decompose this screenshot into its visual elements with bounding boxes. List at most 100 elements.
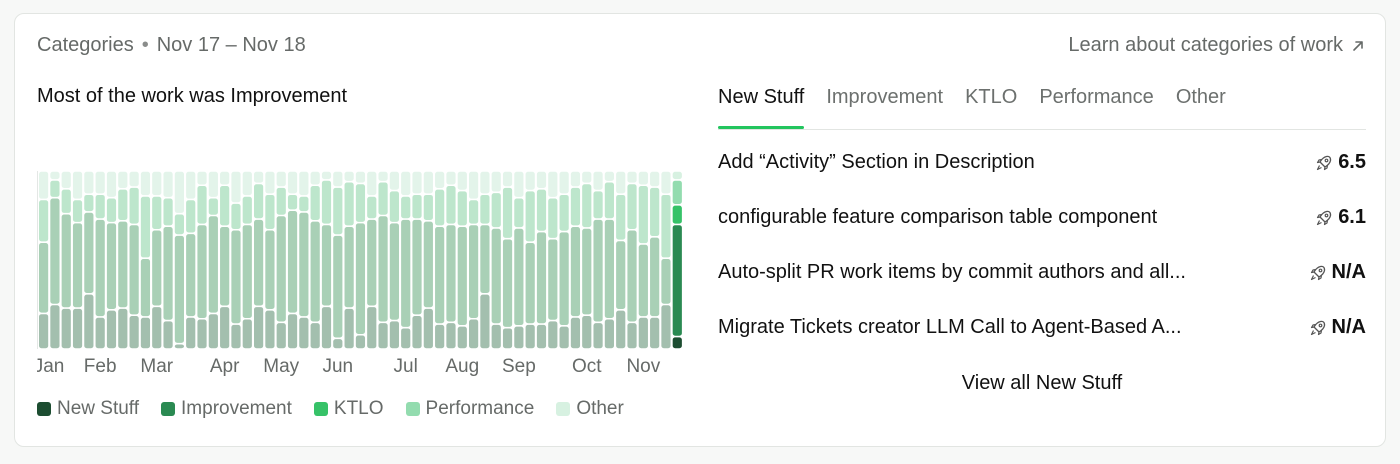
bar-segment-improvement[interactable] — [412, 219, 422, 315]
bar-segment-improvement[interactable] — [50, 198, 60, 304]
bar-segment-performance[interactable] — [627, 184, 637, 229]
bar-segment-improvement[interactable] — [423, 221, 433, 308]
bar-segment-new-stuff[interactable] — [276, 323, 286, 349]
bar-segment-improvement[interactable] — [491, 228, 501, 324]
bar-segment-new-stuff[interactable] — [355, 335, 366, 349]
bar-segment-new-stuff[interactable] — [604, 319, 614, 349]
bar-segment-new-stuff[interactable] — [106, 310, 117, 349]
bar-segment-other[interactable] — [570, 171, 581, 187]
bar-segment-new-stuff[interactable] — [163, 321, 173, 349]
bar-segment-other[interactable] — [469, 171, 479, 199]
bar-segment-performance[interactable] — [604, 182, 614, 219]
bar-segment-improvement[interactable] — [616, 241, 626, 310]
bar-segment-new-stuff[interactable] — [525, 324, 535, 349]
bar-segment-other[interactable] — [333, 171, 343, 187]
bar-segment-new-stuff[interactable] — [389, 321, 399, 349]
bar-segment-other[interactable] — [661, 171, 671, 194]
bar-segment-improvement[interactable] — [661, 259, 671, 304]
bar-segment-improvement[interactable] — [672, 225, 682, 336]
bar-segment-new-stuff[interactable] — [514, 326, 524, 349]
bar-segment-new-stuff[interactable] — [208, 314, 218, 349]
bar-segment-other[interactable] — [457, 171, 467, 190]
bar-segment-other[interactable] — [672, 171, 682, 180]
bar-segment-improvement[interactable] — [480, 225, 490, 294]
bar-segment-performance[interactable] — [525, 191, 535, 242]
bar-segment-performance[interactable] — [208, 198, 218, 215]
bar-segment-new-stuff[interactable] — [129, 315, 139, 349]
bar-segment-new-stuff[interactable] — [174, 344, 184, 349]
bar-segment-improvement[interactable] — [525, 243, 535, 324]
bar-segment-improvement[interactable] — [208, 216, 218, 313]
bar-segment-new-stuff[interactable] — [423, 308, 433, 349]
bar-segment-performance[interactable] — [72, 200, 83, 222]
bar-segment-improvement[interactable] — [469, 225, 479, 318]
bar-segment-new-stuff[interactable] — [559, 326, 569, 349]
bar-segment-other[interactable] — [152, 171, 162, 196]
bar-segment-improvement[interactable] — [582, 228, 592, 315]
bar-segment-other[interactable] — [502, 171, 513, 187]
bar-segment-other[interactable] — [514, 171, 524, 197]
bar-segment-performance[interactable] — [435, 189, 445, 226]
bar-segment-new-stuff[interactable] — [378, 323, 388, 349]
bar-segment-other[interactable] — [39, 171, 49, 199]
bar-segment-performance[interactable] — [299, 196, 309, 212]
bar-segment-performance[interactable] — [152, 196, 162, 229]
bar-segment-other[interactable] — [106, 171, 117, 197]
bar-segment-performance[interactable] — [186, 200, 196, 233]
bar-segment-other[interactable] — [446, 171, 456, 185]
bar-segment-new-stuff[interactable] — [39, 314, 49, 349]
bar-segment-new-stuff[interactable] — [344, 308, 354, 349]
bar-segment-other[interactable] — [491, 171, 501, 192]
list-item[interactable]: Add “Activity” Section in Description 6.5 — [718, 151, 1366, 206]
bar-segment-new-stuff[interactable] — [321, 307, 332, 349]
bar-segment-other[interactable] — [423, 171, 433, 194]
bar-segment-new-stuff[interactable] — [502, 328, 513, 349]
bar-segment-other[interactable] — [638, 171, 648, 185]
bar-segment-other[interactable] — [197, 171, 207, 185]
bar-segment-other[interactable] — [582, 171, 592, 183]
bar-segment-performance[interactable] — [50, 180, 60, 197]
view-all-button[interactable]: View all New Stuff — [718, 372, 1366, 395]
bar-segment-improvement[interactable] — [231, 230, 241, 324]
bar-segment-improvement[interactable] — [220, 226, 230, 306]
bar-segment-new-stuff[interactable] — [582, 315, 592, 349]
bar-segment-improvement[interactable] — [140, 259, 151, 317]
bar-segment-performance[interactable] — [95, 194, 105, 219]
bar-segment-performance[interactable] — [197, 186, 207, 224]
bar-segment-other[interactable] — [174, 171, 184, 213]
bar-segment-improvement[interactable] — [502, 239, 513, 327]
bar-segment-other[interactable] — [208, 171, 218, 197]
bar-segment-performance[interactable] — [321, 180, 332, 224]
bar-segment-other[interactable] — [650, 171, 660, 187]
bar-segment-performance[interactable] — [242, 196, 252, 224]
bar-segment-performance[interactable] — [616, 194, 626, 240]
bar-segment-new-stuff[interactable] — [299, 317, 309, 349]
bar-segment-improvement[interactable] — [163, 226, 173, 320]
bar-segment-other[interactable] — [265, 171, 275, 194]
bar-segment-performance[interactable] — [254, 184, 264, 219]
bar-segment-new-stuff[interactable] — [661, 305, 671, 349]
bar-segment-improvement[interactable] — [254, 219, 264, 306]
bar-segment-improvement[interactable] — [299, 212, 309, 317]
bar-segment-performance[interactable] — [220, 186, 230, 226]
bar-segment-improvement[interactable] — [378, 216, 388, 322]
list-item[interactable]: configurable feature comparison table co… — [718, 206, 1366, 261]
bar-segment-performance[interactable] — [491, 193, 501, 228]
bar-segment-performance[interactable] — [129, 187, 139, 224]
bar-segment-new-stuff[interactable] — [254, 307, 264, 349]
bar-segment-other[interactable] — [593, 171, 603, 190]
bar-segment-performance[interactable] — [502, 187, 513, 238]
bar-segment-new-stuff[interactable] — [72, 308, 83, 349]
bar-segment-performance[interactable] — [593, 191, 603, 219]
bar-segment-new-stuff[interactable] — [491, 324, 501, 349]
bar-segment-new-stuff[interactable] — [95, 317, 105, 349]
bar-segment-performance[interactable] — [548, 198, 558, 238]
bar-segment-performance[interactable] — [276, 187, 286, 215]
bar-segment-other[interactable] — [299, 171, 309, 196]
bar-segment-improvement[interactable] — [514, 228, 524, 326]
bar-segment-other[interactable] — [186, 171, 196, 199]
bar-segment-other[interactable] — [480, 171, 490, 194]
bar-segment-performance[interactable] — [287, 194, 298, 210]
bar-segment-improvement[interactable] — [435, 226, 445, 324]
bar-segment-improvement[interactable] — [638, 244, 648, 317]
